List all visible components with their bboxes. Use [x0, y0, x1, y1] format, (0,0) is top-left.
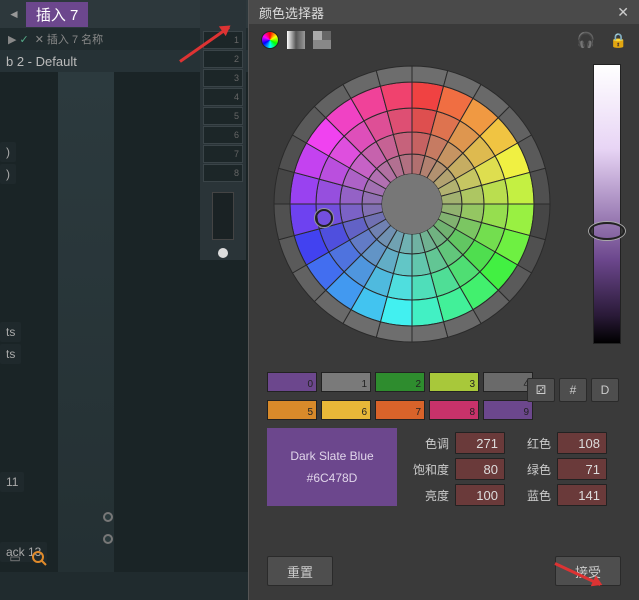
side-item: ): [0, 142, 16, 162]
close-icon[interactable]: ✕: [617, 4, 629, 21]
hue-value[interactable]: 271: [455, 432, 505, 454]
light-value[interactable]: 100: [455, 484, 505, 506]
palette-swatch[interactable]: 8: [429, 400, 479, 420]
folder-icon[interactable]: ▭: [6, 550, 24, 566]
track-node[interactable]: [103, 512, 113, 522]
palette-swatch[interactable]: 2: [375, 372, 425, 392]
side-item: ts: [0, 322, 21, 342]
side-item: 11: [0, 472, 24, 492]
mixer-slot[interactable]: 2: [203, 50, 243, 68]
blue-value[interactable]: 141: [557, 484, 607, 506]
mixer-slot[interactable]: 8: [203, 164, 243, 182]
dialog-actions: 重置 接受: [249, 556, 639, 586]
red-label: 红色: [511, 435, 551, 452]
mixer-slot[interactable]: 7: [203, 145, 243, 163]
search-icon[interactable]: [30, 550, 48, 566]
mixer-slot[interactable]: 3: [203, 69, 243, 87]
sat-value[interactable]: 80: [455, 458, 505, 480]
dialog-title: 颜色选择器: [259, 3, 324, 22]
check-icon[interactable]: ✓: [19, 33, 28, 46]
palette-swatch[interactable]: 0: [267, 372, 317, 392]
palette-swatch[interactable]: 9: [483, 400, 533, 420]
brightness-marker[interactable]: [589, 222, 625, 240]
accept-button[interactable]: 接受: [555, 556, 621, 586]
mixer-pan-dot[interactable]: [218, 248, 228, 258]
track-node[interactable]: [103, 534, 113, 544]
mixer-slot[interactable]: 5: [203, 107, 243, 125]
decimal-mode-button[interactable]: D: [591, 378, 619, 402]
headphone-icon[interactable]: 🎧: [577, 31, 596, 49]
color-wheel-area: [262, 64, 627, 364]
light-label: 亮度: [409, 487, 449, 504]
dialog-titlebar: 颜色选择器 ✕: [249, 0, 639, 24]
lock-icon[interactable]: 🔒: [610, 32, 627, 49]
mixer-slider[interactable]: [212, 192, 234, 240]
wheel-mode-icon[interactable]: [261, 31, 279, 49]
brightness-slider[interactable]: [593, 64, 621, 344]
palette-swatch[interactable]: 6: [321, 400, 371, 420]
hue-label: 色调: [409, 435, 449, 452]
random-color-button[interactable]: ⚂: [527, 378, 555, 402]
hex-mode-button[interactable]: #: [559, 378, 587, 402]
palette-swatch[interactable]: 4: [483, 372, 533, 392]
color-values: 色调 271 红色 108 饱和度 80 绿色 71 亮度 100 蓝色 141: [409, 430, 629, 508]
blue-label: 蓝色: [511, 487, 551, 504]
palette-swatch[interactable]: 7: [375, 400, 425, 420]
green-value[interactable]: 71: [557, 458, 607, 480]
insert-name-label: 插入 7 名称: [47, 31, 103, 47]
color-preview: Dark Slate Blue #6C478D: [267, 428, 397, 506]
format-mode-buttons: ⚂ # D: [527, 378, 619, 402]
palette-swatch[interactable]: 3: [429, 372, 479, 392]
mixer-slot[interactable]: 4: [203, 88, 243, 106]
reset-button[interactable]: 重置: [267, 556, 333, 586]
palette-swatch[interactable]: 1: [321, 372, 371, 392]
color-name: Dark Slate Blue: [290, 449, 373, 463]
sat-label: 饱和度: [409, 461, 449, 478]
color-picker-dialog: 颜色选择器 ✕ 🎧 🔒 01234 56789 ⚂ # D Dark: [248, 0, 639, 600]
color-hex: #6C478D: [307, 471, 358, 485]
green-label: 绿色: [511, 461, 551, 478]
swatch-mode-icon[interactable]: [313, 31, 331, 49]
color-wheel[interactable]: [272, 64, 552, 344]
side-item: ): [0, 164, 16, 184]
x-icon[interactable]: ✕: [35, 33, 44, 46]
side-item: ts: [0, 344, 21, 364]
play-icon[interactable]: ▶: [8, 33, 16, 46]
mixer-slot[interactable]: 6: [203, 126, 243, 144]
gradient-mode-icon[interactable]: [287, 31, 305, 49]
palette-swatch[interactable]: 5: [267, 400, 317, 420]
red-value[interactable]: 108: [557, 432, 607, 454]
bottom-tools: ▭: [6, 550, 48, 566]
wheel-selection-marker[interactable]: [315, 209, 333, 227]
track-lane: [58, 72, 114, 572]
insert-tab-name[interactable]: 插入 7: [26, 2, 89, 27]
picker-toolbar: 🎧 🔒: [249, 24, 639, 56]
palette-row-2: 56789: [267, 400, 639, 420]
chevron-left-icon[interactable]: ◄: [8, 7, 20, 21]
